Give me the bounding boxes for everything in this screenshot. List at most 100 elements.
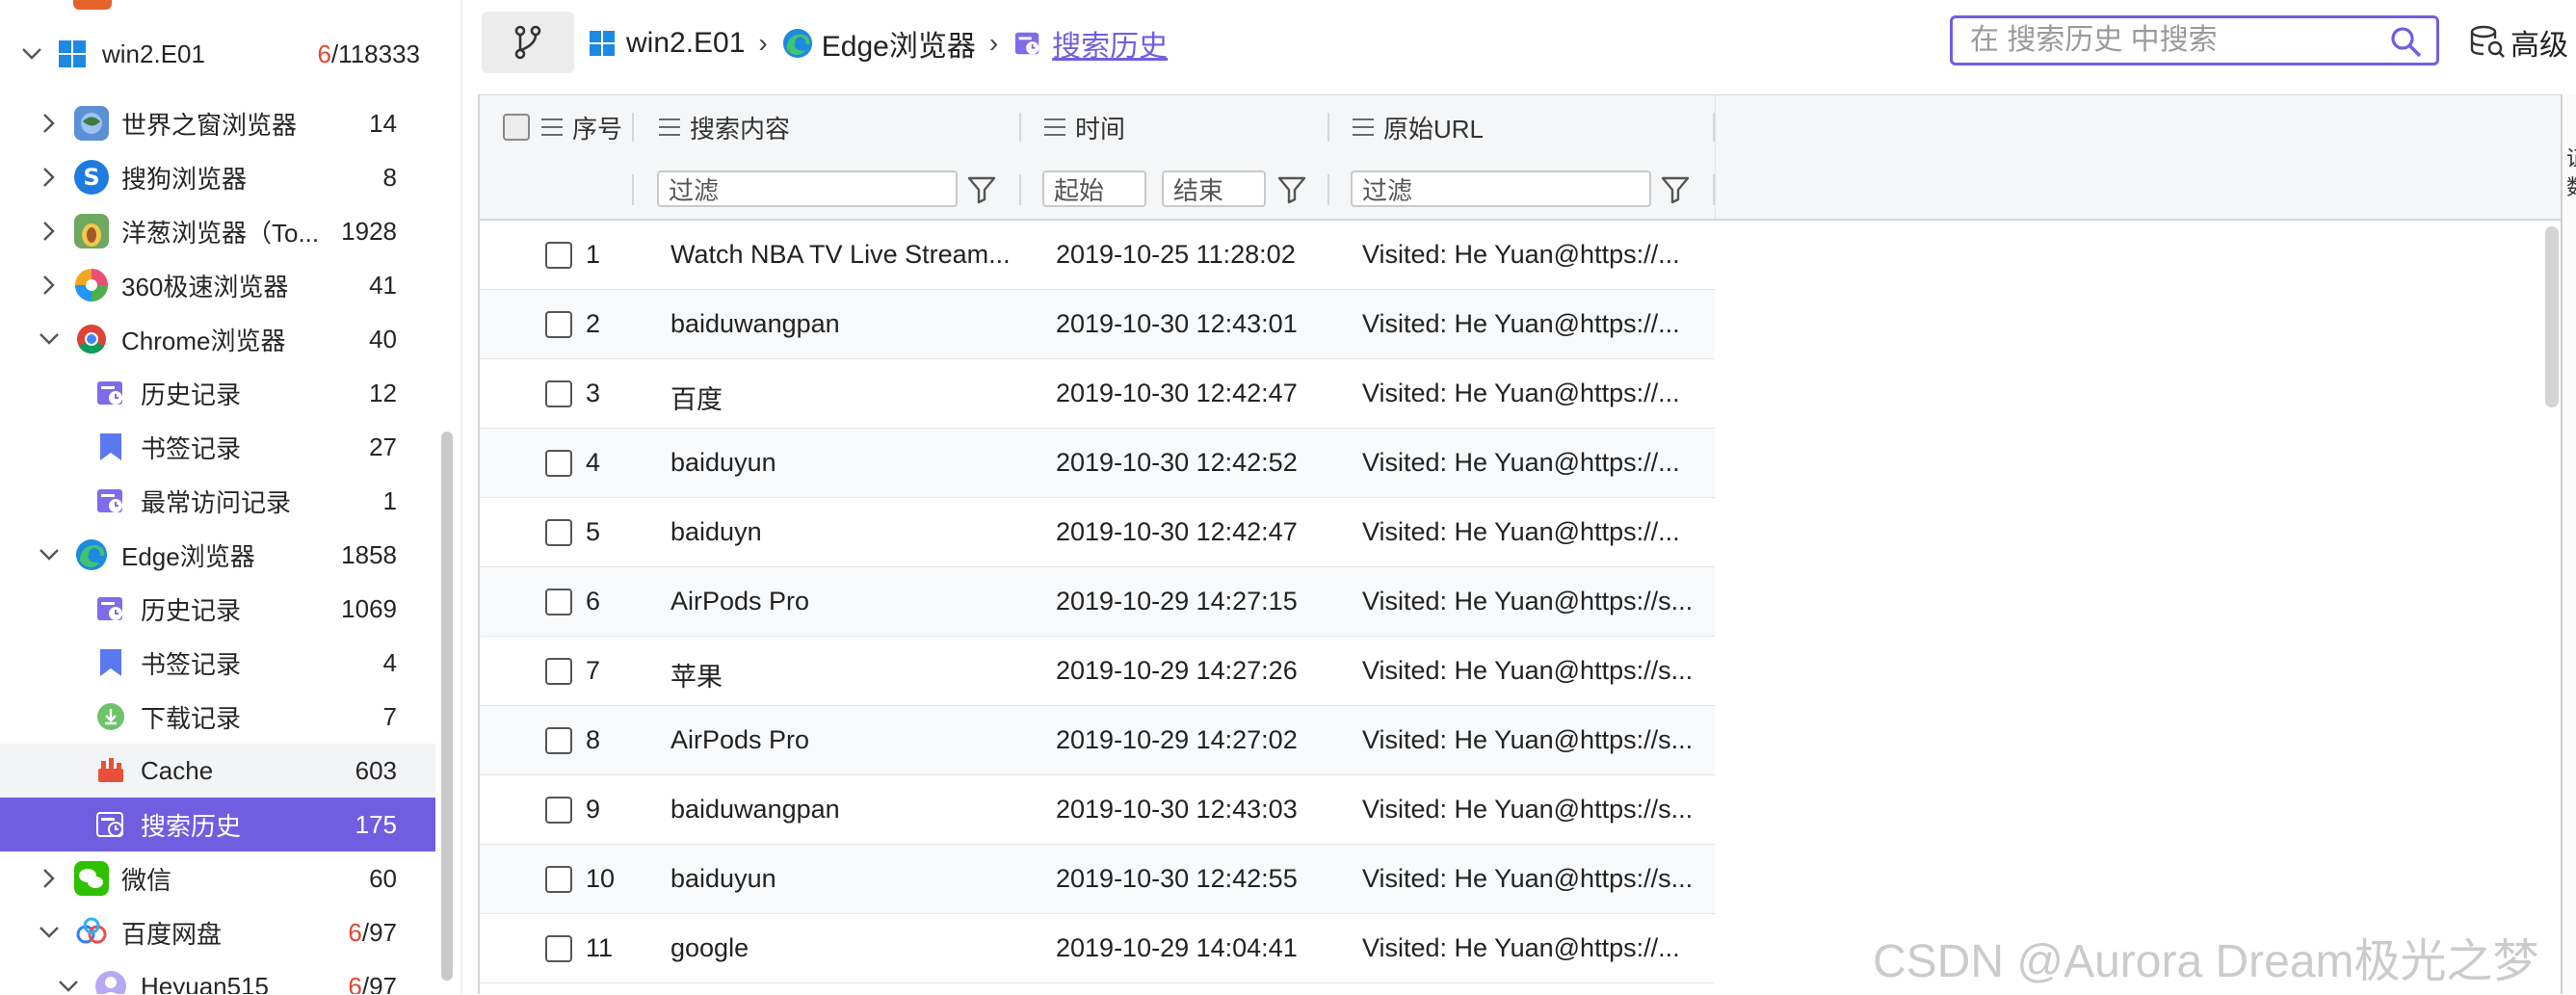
tree-item-edge-history[interactable]: 历史记录 1069 <box>0 582 435 636</box>
tree-item-label: win2.E01 <box>102 39 205 68</box>
tree-item-theworld-browser[interactable]: 世界之窗浏览器 14 <box>0 96 435 150</box>
chevron-down-icon[interactable] <box>19 41 44 66</box>
top-bar: win2.E01 › Edge浏览器 › 搜索历史 高级 <box>478 0 2576 85</box>
tree-item-chrome-bookmarks[interactable]: 书签记录 27 <box>0 420 435 474</box>
tree-item-sogou-browser[interactable]: S 搜狗浏览器 8 <box>0 150 435 204</box>
tree-item-360-browser[interactable]: 360极速浏览器 41 <box>0 258 435 312</box>
row-checkbox[interactable] <box>545 589 572 615</box>
column-header-url[interactable]: 原始URL <box>1353 95 1484 159</box>
column-menu-icon[interactable] <box>659 118 680 136</box>
chevron-right-icon[interactable] <box>37 219 62 244</box>
tree-item-edge-browser[interactable]: Edge浏览器 1858 <box>0 528 435 582</box>
table-row[interactable]: 3 百度 2019-10-30 12:42:47 Visited: He Yua… <box>480 359 1715 429</box>
filter-icon[interactable] <box>1275 172 1308 205</box>
360-browser-icon <box>73 267 110 303</box>
sidebar-scrollbar[interactable] <box>441 432 453 981</box>
search-icon[interactable] <box>2388 24 2423 59</box>
column-menu-icon[interactable] <box>541 118 563 136</box>
cell-index: 11 <box>586 933 614 962</box>
tree-item-chrome-history[interactable]: 历史记录 12 <box>0 366 435 420</box>
column-separator[interactable] <box>1327 113 1329 142</box>
column-separator[interactable] <box>632 113 634 142</box>
cell-index: 8 <box>586 725 601 754</box>
tree-item-baidu-netdisk[interactable]: 百度网盘 6/97 <box>0 905 435 959</box>
tree-item-chrome-top-sites[interactable]: 最常访问记录 1 <box>0 474 435 528</box>
tree-item-count: 6/97 <box>348 918 397 948</box>
tree-item-heyuan515[interactable]: Heyuan515 6/97 <box>0 959 435 994</box>
table-row[interactable]: 7 苹果 2019-10-29 14:27:26 Visited: He Yua… <box>480 637 1715 706</box>
cell-keyword: 苹果 <box>670 663 723 692</box>
search-box[interactable] <box>1950 15 2439 65</box>
column-menu-icon[interactable] <box>1353 118 1374 136</box>
tree-item-count: 1 <box>382 485 397 515</box>
url-filter-input[interactable]: 过滤 <box>1351 170 1651 207</box>
tree-item-edge-cache[interactable]: Cache 603 <box>0 744 435 798</box>
right-panel-collapsed[interactable] <box>2561 94 2576 994</box>
column-header-index[interactable]: 序号 <box>503 95 622 159</box>
filter-separator <box>632 174 634 205</box>
filter-icon[interactable] <box>1659 172 1692 205</box>
row-checkbox[interactable] <box>545 311 572 338</box>
table-row[interactable]: 1 Watch NBA TV Live Stream... 2019-10-25… <box>480 221 1715 290</box>
tree-item-wechat[interactable]: 微信 60 <box>0 851 435 905</box>
time-end-filter[interactable]: 结束 <box>1162 170 1266 207</box>
row-checkbox[interactable] <box>545 519 572 546</box>
tree-item-edge-search-history[interactable]: 搜索历史 175 <box>0 798 435 851</box>
table-row[interactable]: 5 baiduyn 2019-10-30 12:42:47 Visited: H… <box>480 498 1715 567</box>
select-all-checkbox[interactable] <box>503 114 530 141</box>
tree-item-count: 12 <box>369 378 397 407</box>
table-row[interactable]: 10 baiduyun 2019-10-30 12:42:55 Visited:… <box>480 845 1715 914</box>
grid-scrollbar[interactable] <box>2545 226 2559 407</box>
row-checkbox[interactable] <box>545 866 572 893</box>
branch-button[interactable] <box>482 12 574 73</box>
column-separator[interactable] <box>1019 113 1021 142</box>
table-row[interactable]: 9 baiduwangpan 2019-10-30 12:43:03 Visit… <box>480 775 1715 845</box>
cell-index: 6 <box>586 587 601 615</box>
breadcrumb-current[interactable]: 搜索历史 <box>1012 22 1168 65</box>
column-header-keyword[interactable]: 搜索内容 <box>659 95 790 159</box>
row-checkbox[interactable] <box>545 797 572 824</box>
column-menu-icon[interactable] <box>1044 118 1065 136</box>
row-checkbox[interactable] <box>545 727 572 754</box>
tree-item-count: 8 <box>382 162 397 192</box>
row-checkbox[interactable] <box>545 380 572 407</box>
cell-time: 2019-10-30 12:42:47 <box>1056 517 1298 546</box>
chevron-right-icon[interactable] <box>37 111 62 136</box>
tree-item-win2-e01[interactable]: win2.E01 6/118333 <box>0 27 435 81</box>
chevron-down-icon[interactable] <box>37 327 62 352</box>
advanced-search-button[interactable]: 高级 <box>2468 19 2568 65</box>
tree-item-chrome-browser[interactable]: Chrome浏览器 40 <box>0 312 435 366</box>
table-row[interactable]: 8 AirPods Pro 2019-10-29 14:27:02 Visite… <box>480 706 1715 775</box>
search-input[interactable] <box>1968 23 2357 58</box>
tree-item-count: 6/97 <box>348 972 397 995</box>
watermark: CSDN @Aurora Dream极光之梦 <box>1873 936 2539 987</box>
chevron-down-icon[interactable] <box>37 920 62 945</box>
chevron-right-icon[interactable] <box>37 273 62 298</box>
table-row[interactable]: 2 baiduwangpan 2019-10-30 12:43:01 Visit… <box>480 290 1715 359</box>
cell-keyword: baiduyn <box>670 517 762 546</box>
chevron-down-icon[interactable] <box>37 542 62 567</box>
tree-item-tor-browser[interactable]: 洋葱浏览器（To... 1928 <box>0 204 435 258</box>
tree-item-label: 最常访问记录 <box>141 487 292 517</box>
row-checkbox[interactable] <box>545 935 572 962</box>
tree-item-label: 百度网盘 <box>121 919 223 949</box>
count-total: /97 <box>361 917 397 947</box>
row-checkbox[interactable] <box>545 658 572 685</box>
tree-item-count: 40 <box>369 324 397 353</box>
column-header-time[interactable]: 时间 <box>1044 95 1125 159</box>
chevron-down-icon[interactable] <box>56 974 81 994</box>
chevron-right-icon[interactable] <box>37 866 62 891</box>
breadcrumb-root[interactable]: win2.E01 <box>586 27 745 60</box>
row-checkbox[interactable] <box>545 450 572 477</box>
table-row[interactable]: 6 AirPods Pro 2019-10-29 14:27:15 Visite… <box>480 567 1715 637</box>
breadcrumb-browser[interactable]: Edge浏览器 <box>781 22 976 65</box>
keyword-filter-input[interactable]: 过滤 <box>657 170 958 207</box>
table-row[interactable]: 4 baiduyun 2019-10-30 12:42:52 Visited: … <box>480 429 1715 498</box>
time-start-filter[interactable]: 起始 <box>1042 170 1146 207</box>
row-checkbox[interactable] <box>545 242 572 269</box>
chevron-right-icon[interactable] <box>37 165 62 190</box>
filter-icon[interactable] <box>965 172 998 205</box>
tree-item-edge-downloads[interactable]: 下载记录 7 <box>0 690 435 744</box>
table-row[interactable]: 11 google 2019-10-29 14:04:41 Visited: H… <box>480 914 1715 983</box>
tree-item-edge-bookmarks[interactable]: 书签记录 4 <box>0 636 435 690</box>
